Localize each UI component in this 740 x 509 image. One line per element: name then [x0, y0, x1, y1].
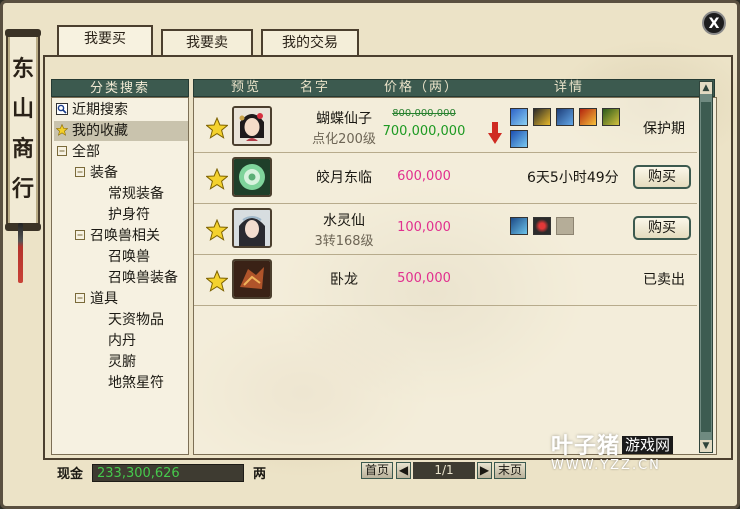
table-row[interactable]: 皎月东临 600,000 6天5小时49分 购买	[194, 153, 697, 204]
category-item-recent-search[interactable]: 近期搜索	[56, 100, 128, 120]
scroll-down-icon[interactable]: ▼	[700, 440, 712, 452]
category-item-spirit-organ[interactable]: 灵腑	[108, 352, 136, 372]
column-preview: 预览	[231, 80, 262, 95]
collapse-icon	[57, 146, 67, 156]
collapse-icon	[75, 167, 85, 177]
category-item-inner-pill[interactable]: 内丹	[108, 331, 136, 351]
item-price: 100,000	[397, 220, 451, 235]
favorite-star-icon[interactable]	[206, 168, 228, 190]
page-indicator: 1/1	[413, 462, 475, 479]
category-item-star-talisman[interactable]: 地煞星符	[108, 373, 164, 393]
category-item-summon-related[interactable]: 召唤兽相关	[74, 226, 160, 246]
site-watermark: 叶子猪 游戏网 WWW.YZZ.CN	[551, 428, 674, 473]
skill-wave-icon[interactable]	[556, 108, 574, 126]
search-icon	[56, 103, 68, 115]
price-drop-arrow-icon	[488, 122, 502, 144]
category-item-talent-items[interactable]: 天资物品	[108, 310, 164, 330]
tab-sell[interactable]: 我要卖	[161, 29, 253, 55]
last-page-button[interactable]: 末页	[494, 462, 526, 479]
skill-earth-icon[interactable]	[602, 108, 620, 126]
skill-ice-icon[interactable]	[510, 130, 528, 148]
category-tree: 近期搜索 我的收藏 全部 装备 常规装备 护身符 召唤兽相关 召唤兽 召唤兽装备…	[51, 97, 189, 455]
table-row[interactable]: 水灵仙 3转168级 100,000 购买	[194, 204, 697, 255]
buy-button[interactable]: 购买	[633, 165, 691, 189]
pet-portrait-water-fairy[interactable]	[232, 208, 272, 248]
item-price: 700,000,000	[382, 124, 466, 139]
tab-my-trades[interactable]: 我的交易	[261, 29, 359, 55]
listing-status: 已卖出	[643, 272, 685, 288]
scroll-up-icon[interactable]: ▲	[700, 82, 712, 94]
column-name: 名字	[300, 80, 331, 95]
category-item-items[interactable]: 道具	[74, 289, 118, 309]
window-title: 东 山 商 行	[12, 56, 35, 202]
cash-value: 233,300,626	[92, 464, 244, 482]
category-item-summon[interactable]: 召唤兽	[108, 247, 150, 267]
favorite-star-icon[interactable]	[206, 117, 228, 139]
scroll-thumb[interactable]	[701, 102, 711, 432]
category-header: 分类搜索	[51, 79, 189, 97]
skill-disabled-icon[interactable]	[556, 217, 574, 235]
item-price: 600,000	[397, 169, 451, 184]
collapse-icon	[75, 230, 85, 240]
listing-status: 保护期	[643, 121, 685, 137]
skill-dash-icon[interactable]	[510, 217, 528, 235]
next-page-icon[interactable]: ▶	[477, 462, 492, 479]
column-detail: 详情	[554, 80, 585, 95]
category-item-equipment[interactable]: 装备	[74, 163, 118, 183]
category-item-amulet[interactable]: 护身符	[108, 205, 150, 225]
column-price: 价格（两）	[384, 80, 460, 95]
remaining-time: 6天5小时49分	[527, 170, 619, 186]
original-price: 800,000,000	[392, 108, 456, 119]
table-row[interactable]: 卧龙 500,000 已卖出	[194, 255, 697, 306]
pet-portrait-butterfly-fairy[interactable]	[232, 106, 272, 146]
favorite-star-icon[interactable]	[206, 219, 228, 241]
table-row[interactable]: 蝴蝶仙子 点化200级 800,000,000 700,000,000 保护期	[194, 102, 697, 153]
favorite-star-icon[interactable]	[206, 270, 228, 292]
title-scroll: 东 山 商 行	[5, 29, 41, 231]
skill-bolt-icon[interactable]	[533, 108, 551, 126]
star-icon	[56, 124, 68, 136]
item-icon-sleeping-dragon[interactable]	[232, 259, 272, 299]
market-window: 东 山 商 行 X 我要买 我要卖 我的交易 分类搜索 近期搜索 我的收藏 全部…	[0, 0, 740, 509]
category-item-normal-equipment[interactable]: 常规装备	[108, 184, 164, 204]
skill-target-icon[interactable]	[533, 217, 551, 235]
category-item-favorites[interactable]: 我的收藏	[54, 121, 188, 141]
cash-unit: 两	[253, 467, 267, 482]
close-button[interactable]: X	[702, 11, 726, 35]
listing-table: 蝴蝶仙子 点化200级 800,000,000 700,000,000 保护期 …	[193, 97, 717, 455]
item-price: 500,000	[397, 271, 451, 286]
first-page-button[interactable]: 首页	[361, 462, 393, 479]
category-item-summon-equipment[interactable]: 召唤兽装备	[108, 268, 178, 288]
category-item-all[interactable]: 全部	[56, 142, 100, 162]
item-icon-jade-moon[interactable]	[232, 157, 272, 197]
skill-fire-icon[interactable]	[579, 108, 597, 126]
tassel-ornament	[18, 223, 23, 283]
cash-label: 现金	[57, 467, 84, 482]
list-scrollbar[interactable]: ▲ ▼	[699, 81, 713, 453]
prev-page-icon[interactable]: ◀	[396, 462, 411, 479]
buy-button[interactable]: 购买	[633, 216, 691, 240]
skill-water-icon[interactable]	[510, 108, 528, 126]
collapse-icon	[75, 293, 85, 303]
tab-buy[interactable]: 我要买	[57, 25, 153, 55]
